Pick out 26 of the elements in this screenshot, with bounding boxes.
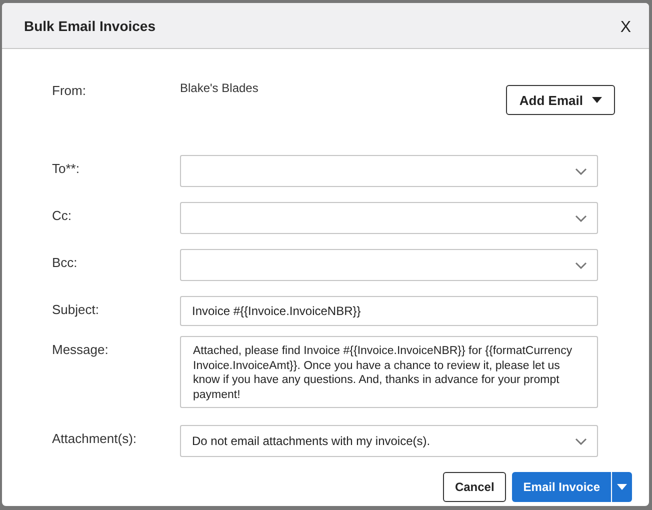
subject-field[interactable]: Invoice #{{Invoice.InvoiceNBR}} [180, 296, 598, 326]
dropdown-field[interactable] [180, 155, 598, 187]
field-label: Attachment(s): [52, 430, 138, 446]
dropdown-field[interactable] [180, 249, 598, 281]
caret-icon [617, 484, 627, 490]
field-label: Subject: [52, 301, 100, 317]
from-value: Blake's Blades [180, 80, 260, 95]
dropdown-field[interactable]: Do not email attachments with my invoice(s). [180, 425, 598, 457]
chevron-down-icon [575, 262, 587, 268]
field-label: Cc: [52, 207, 72, 223]
field-label: Bcc: [52, 254, 78, 270]
field-label: To**: [52, 160, 80, 176]
close-button[interactable]: X [620, 14, 631, 36]
message-field[interactable]: Attached, please find Invoice #{{Invoice.InvoiceNBR}} for {{formatCurrency Invoice.InvoiceAmt}}. Once you have a chance to review it, please let us know if you have any questions. And, thanks in advance for your prompt payment! [180, 336, 598, 408]
chevron-down-icon [575, 168, 587, 174]
email-invoice-button[interactable]: Email Invoice [512, 472, 611, 502]
from-label: From: [52, 82, 87, 98]
caret-icon [592, 97, 602, 103]
cancel-button[interactable]: Cancel [442, 472, 506, 502]
dropdown-field[interactable] [180, 202, 598, 234]
chevron-down-icon [575, 438, 587, 444]
chevron-down-icon [575, 214, 587, 222]
dialog-title: Bulk Email Invoices [24, 18, 156, 34]
dropdown-button[interactable] [611, 472, 632, 502]
add-email-button[interactable]: Add Email [506, 85, 615, 115]
field-label: Message: [52, 341, 110, 357]
